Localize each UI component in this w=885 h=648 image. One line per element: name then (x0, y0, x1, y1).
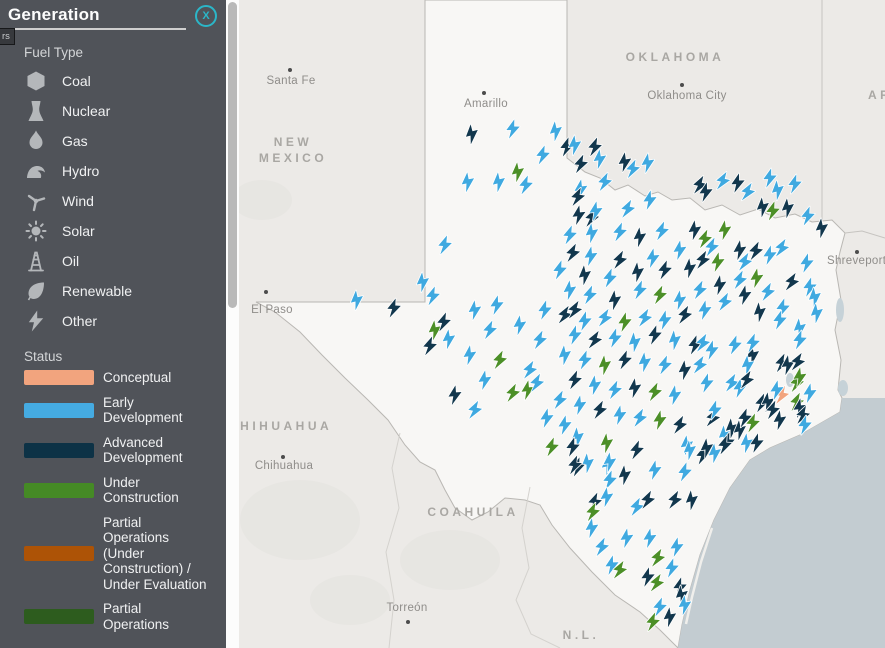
renewable-icon (24, 279, 48, 303)
panel-scrollbar-thumb[interactable] (228, 2, 237, 308)
city-label: Oklahoma City (647, 90, 726, 102)
fuel-item-label: Coal (62, 73, 91, 89)
city-dot (855, 250, 859, 254)
status-item-partial-operations-under-construction-under-evaluation: Partial Operations (Under Construction) … (24, 515, 212, 593)
city-label: Torreón (386, 602, 427, 614)
oil-icon (24, 249, 48, 273)
fuel-item-coal[interactable]: Coal (24, 66, 212, 96)
status-swatch (24, 546, 94, 561)
state-label: CHIHUAHUA (228, 419, 332, 433)
fuel-item-hydro[interactable]: Hydro (24, 156, 212, 186)
hydro-icon (24, 159, 48, 183)
city-dot (406, 620, 410, 624)
city-label: Amarillo (464, 98, 508, 110)
fuel-item-nuclear[interactable]: Nuclear (24, 96, 212, 126)
lake (838, 380, 848, 396)
city-label: Santa Fe (266, 75, 315, 87)
status-item-under-construction: Under Construction (24, 475, 212, 506)
fuel-item-label: Nuclear (62, 103, 110, 119)
status-swatch (24, 403, 94, 418)
fuel-item-renewable[interactable]: Renewable (24, 276, 212, 306)
status-swatch (24, 609, 94, 624)
wind-icon (24, 189, 48, 213)
status-item-conceptual: Conceptual (24, 370, 212, 386)
fuel-item-label: Renewable (62, 283, 132, 299)
fuel-item-wind[interactable]: Wind (24, 186, 212, 216)
status-item-early-development: Early Development (24, 395, 212, 426)
fuel-item-label: Oil (62, 253, 79, 269)
status-label: Partial Operations (103, 601, 211, 632)
coal-icon (24, 69, 48, 93)
status-swatch (24, 370, 94, 385)
solar-icon (24, 219, 48, 243)
close-icon: X (202, 10, 209, 22)
fuel-item-label: Wind (62, 193, 94, 209)
terrain-shading (310, 575, 390, 625)
gas-icon (24, 129, 48, 153)
city-dot (264, 290, 268, 294)
fuel-item-solar[interactable]: Solar (24, 216, 212, 246)
generation-map-app: NEWMEXICOOKLAHOMAARKANSASCHIHUAHUACOAHUI… (0, 0, 885, 648)
status-label: Partial Operations (Under Construction) … (103, 515, 211, 593)
fuel-item-label: Solar (62, 223, 95, 239)
city-dot (281, 455, 285, 459)
status-legend-list: Conceptual Early Development Advanced Deve… (0, 370, 226, 632)
city-dot (288, 68, 292, 72)
status-swatch (24, 443, 94, 458)
panel-header: Generation X (0, 0, 226, 32)
fuel-item-label: Gas (62, 133, 88, 149)
state-label: OKLAHOMA (626, 50, 725, 64)
state-label: COAHUILA (427, 505, 518, 519)
fuel-item-other[interactable]: Other (24, 306, 212, 336)
state-label: N.L. (563, 628, 600, 642)
terrain-shading (400, 530, 500, 590)
city-label: El Paso (251, 304, 293, 316)
other-icon (24, 309, 48, 333)
status-label: Advanced Development (103, 435, 211, 466)
panel-scrollbar-track[interactable] (226, 0, 239, 648)
panel-title: Generation (0, 0, 186, 30)
fuel-type-list: Coal Nuclear Gas Hydro Wind Solar Oil Renewable… (0, 66, 226, 336)
generation-panel: Generation X rs Fuel Type Coal Nuclear Gas… (0, 0, 226, 648)
city-dot (680, 83, 684, 87)
city-dot (482, 91, 486, 95)
status-swatch (24, 483, 94, 498)
fuel-item-oil[interactable]: Oil (24, 246, 212, 276)
status-heading: Status (24, 349, 226, 364)
status-label: Under Construction (103, 475, 211, 506)
terrain-shading (232, 180, 292, 220)
fuel-item-label: Other (62, 313, 97, 329)
status-item-partial-operations: Partial Operations (24, 601, 212, 632)
close-button[interactable]: X (195, 5, 217, 27)
fuel-type-heading: Fuel Type (24, 45, 226, 60)
status-label: Early Development (103, 395, 211, 426)
terrain-shading (240, 480, 360, 560)
fuel-item-gas[interactable]: Gas (24, 126, 212, 156)
status-label: Conceptual (103, 370, 211, 386)
layers-tooltip-fragment: rs (0, 28, 15, 45)
lake (836, 298, 844, 322)
city-label: Shreveport (827, 255, 885, 267)
fuel-item-label: Hydro (62, 163, 99, 179)
city-label: Chihuahua (255, 460, 314, 472)
nuclear-icon (24, 99, 48, 123)
status-item-advanced-development: Advanced Development (24, 435, 212, 466)
state-label: ARKANSAS (868, 88, 885, 102)
